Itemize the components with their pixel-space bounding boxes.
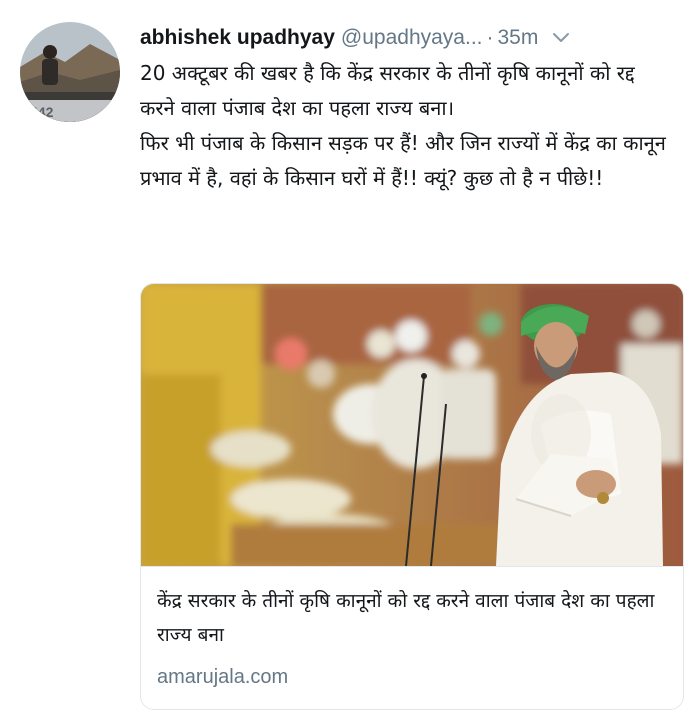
tweet-paragraph: फिर भी पंजाब के किसान सड़क पर हैं! और जि… [140,131,666,190]
author-name[interactable]: abhishek upadhyay [140,26,335,50]
author-handle[interactable]: @upadhyaya... [341,26,483,50]
avatar-badge: 442 [30,104,54,120]
link-preview-card[interactable]: केंद्र सरकार के तीनों कृषि कानूनों को रद… [140,283,684,710]
chevron-down-icon [553,33,570,42]
avatar[interactable]: 442 [20,22,120,122]
separator-dot: · [486,26,494,49]
tweet-timestamp[interactable]: 35m [497,26,538,50]
tweet-paragraph: 20 अक्टूबर की खबर है कि केंद्र सरकार के … [140,61,635,120]
tweet-menu-button[interactable] [552,32,570,44]
card-domain[interactable]: amarujala.com [157,666,288,689]
card-image [141,284,683,566]
card-title[interactable]: केंद्र सरकार के तीनों कृषि कानूनों को रद… [157,584,667,652]
tweet-text: 20 अक्टूबर की खबर है कि केंद्र सरकार के … [140,56,675,196]
avatar-image: 442 [20,22,120,122]
card-divider [141,566,683,567]
tweet-header: abhishek upadhyay @upadhyaya... · 35m [140,22,680,54]
